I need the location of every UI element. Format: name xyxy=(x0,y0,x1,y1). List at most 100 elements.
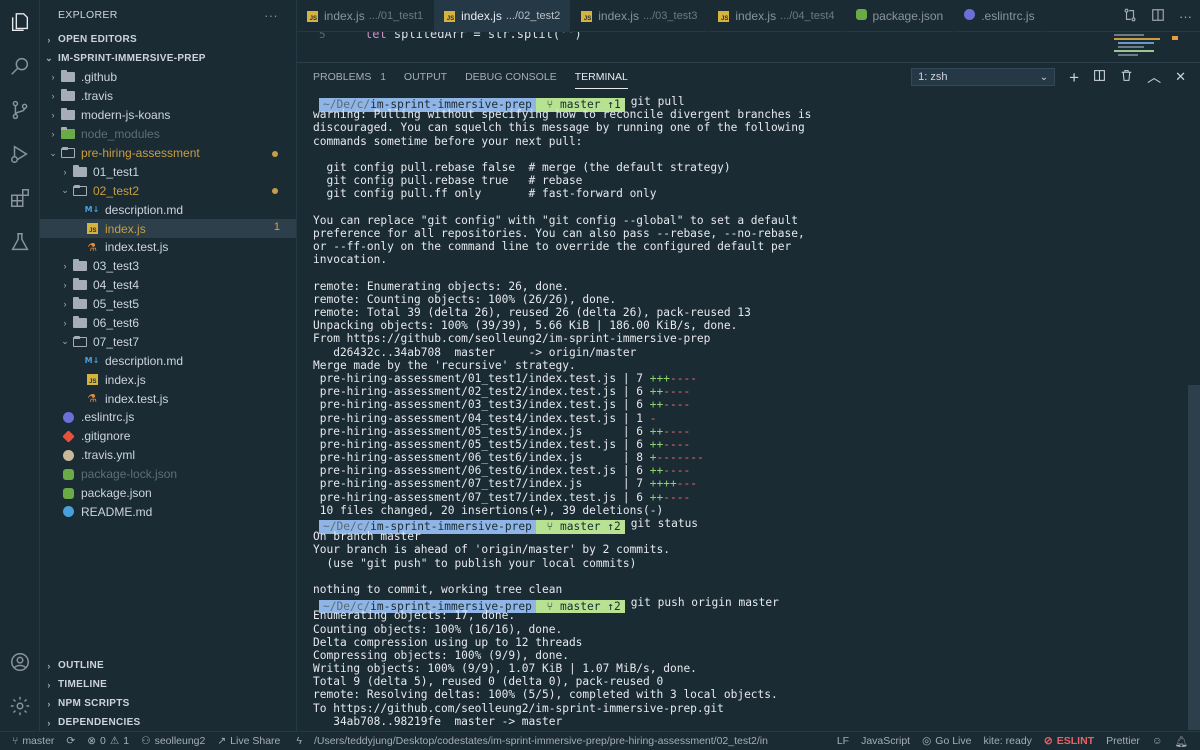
diffstat-insertions: ++++ xyxy=(649,477,677,491)
compare-changes-icon[interactable] xyxy=(1123,8,1137,25)
tree-item[interactable]: ⚗ index.test.js xyxy=(40,389,296,408)
chevron-down-icon: ⌄ xyxy=(45,53,53,63)
folder-icon xyxy=(72,316,88,329)
panel-tab-problems[interactable]: PROBLEMS 1 xyxy=(313,63,386,91)
eslint-file-icon xyxy=(964,9,976,23)
maximize-panel-icon[interactable]: ︿ xyxy=(1147,67,1161,87)
run-debug-icon[interactable] xyxy=(0,132,40,176)
testing-icon[interactable] xyxy=(0,220,40,264)
prompt-git: ⑂ master ↑2 xyxy=(535,520,625,534)
extensions-icon[interactable] xyxy=(0,176,40,220)
travis-file-icon xyxy=(60,449,76,461)
tree-item[interactable]: JS index.js 1 xyxy=(40,219,296,239)
diffstat-file: pre-hiring-assessment/04_test4/index.tes… xyxy=(313,411,650,425)
chevron-right-icon: › xyxy=(63,166,67,177)
sidebar-section[interactable]: › TIMELINE xyxy=(40,675,297,694)
prompt-branch: master xyxy=(560,520,601,534)
diffstat-file: pre-hiring-assessment/06_test6/index.js … xyxy=(313,451,650,465)
tree-item[interactable]: .eslintrc.js xyxy=(40,408,296,427)
sidebar-section[interactable]: › NPM SCRIPTS xyxy=(40,694,297,713)
code-editor[interactable]: 5 let splitedArr = str.split('') xyxy=(297,32,1200,62)
tree-item[interactable]: ⌄ 07_test7 xyxy=(40,332,296,351)
panel-tab-debug-console[interactable]: DEBUG CONSOLE xyxy=(465,63,557,91)
npm-file-icon xyxy=(60,468,76,480)
explorer-sidebar: EXPLORER ··· › OPEN EDITORS ⌄ IM-SPRINT-… xyxy=(40,0,297,731)
go-live-status[interactable]: ◎ Go Live xyxy=(922,735,971,747)
language-status[interactable]: JavaScript xyxy=(861,735,910,747)
tree-item[interactable]: › node_modules xyxy=(40,125,296,144)
folder-icon xyxy=(72,297,88,310)
terminal-scrollbar[interactable] xyxy=(1188,385,1200,730)
tree-item[interactable]: › 06_test6 xyxy=(40,314,296,333)
editor-tab[interactable]: JS index.js .../04_test4 xyxy=(708,0,846,32)
tree-item[interactable]: › .github xyxy=(40,68,296,87)
editor-tab[interactable]: JS index.js .../02_test2 xyxy=(434,0,572,32)
editor-tab[interactable]: package.json xyxy=(846,0,955,32)
new-terminal-icon[interactable]: + xyxy=(1069,69,1079,86)
diffstat-file: pre-hiring-assessment/05_test5/index.js … xyxy=(313,424,650,438)
sync-icon[interactable]: ⟳ xyxy=(66,735,75,747)
editor-tab[interactable]: JS index.js .../03_test3 xyxy=(571,0,709,32)
explorer-icon[interactable] xyxy=(0,0,40,44)
split-editor-icon[interactable] xyxy=(1151,8,1165,25)
accounts-icon[interactable] xyxy=(0,640,40,684)
tree-item[interactable]: .gitignore xyxy=(40,427,296,446)
tree-item[interactable]: M↓ description.md xyxy=(40,200,296,219)
tree-item[interactable]: › 01_test1 xyxy=(40,162,296,181)
tree-item[interactable]: ⚗ index.test.js xyxy=(40,238,296,257)
tree-item[interactable]: › .travis xyxy=(40,87,296,106)
panel-actions: 1: zsh ⌄ + ︿ ✕ xyxy=(911,67,1186,87)
editor-tab[interactable]: JS index.js .../01_test1 xyxy=(297,0,435,32)
terminal-output[interactable]: ~/De/c/im-sprint-immersive-prep ⑂ master… xyxy=(313,95,1173,735)
tree-item[interactable]: M↓ description.md xyxy=(40,351,296,370)
tree-item[interactable]: › 03_test3 xyxy=(40,257,296,276)
close-panel-icon[interactable]: ✕ xyxy=(1175,69,1186,85)
terminal-select[interactable]: 1: zsh ⌄ xyxy=(911,68,1056,86)
live-share-status[interactable]: ↗ Live Share xyxy=(217,735,280,747)
split-terminal-icon[interactable] xyxy=(1093,69,1106,85)
editor-tab[interactable]: .eslintrc.js xyxy=(954,0,1046,32)
search-icon[interactable] xyxy=(0,44,40,88)
account-status[interactable]: ⚇ seolleung2 xyxy=(141,735,205,747)
branch-status[interactable]: ⑂ master xyxy=(12,735,54,747)
tree-item[interactable]: ⌄ pre-hiring-assessment xyxy=(40,144,296,163)
problems-status[interactable]: ⊗ 0 ⚠ 1 xyxy=(87,735,129,747)
source-control-icon[interactable] xyxy=(0,88,40,132)
panel-tab-output[interactable]: OUTPUT xyxy=(404,63,447,91)
error-icon: ⊗ xyxy=(87,735,97,747)
trash-icon[interactable] xyxy=(1120,69,1133,85)
tree-item[interactable]: › 05_test5 xyxy=(40,295,296,314)
kite-status[interactable]: kite: ready xyxy=(983,735,1031,747)
diffstat-file: pre-hiring-assessment/05_test5/index.tes… xyxy=(313,437,650,451)
tree-item[interactable]: package-lock.json xyxy=(40,465,296,484)
diffstat-insertions: ++ xyxy=(649,437,664,451)
more-actions-icon[interactable]: ··· xyxy=(264,8,278,23)
lightning-icon[interactable]: ϟ xyxy=(296,735,302,747)
panel-tab-terminal[interactable]: TERMINAL xyxy=(574,63,628,91)
tree-item-label: index.test.js xyxy=(105,391,169,406)
panel-tab-label: PROBLEMS xyxy=(313,71,372,83)
tree-item[interactable]: ⌄ 02_test2 xyxy=(40,181,296,200)
minimap[interactable] xyxy=(1110,32,1188,62)
tree-item[interactable]: › modern-js-koans xyxy=(40,106,296,125)
go-live-label: Go Live xyxy=(935,735,972,747)
tree-item[interactable]: package.json xyxy=(40,484,296,503)
open-editors-section[interactable]: › OPEN EDITORS xyxy=(40,30,296,49)
sidebar-section[interactable]: › OUTLINE xyxy=(40,656,297,675)
more-actions-icon[interactable]: ··· xyxy=(1179,9,1192,24)
notifications-icon[interactable]: 🔔︎ xyxy=(1175,735,1188,748)
workspace-root-section[interactable]: ⌄ IM-SPRINT-IMMERSIVE-PREP xyxy=(40,49,296,68)
feedback-icon[interactable]: ☺ xyxy=(1152,735,1163,747)
settings-gear-icon[interactable] xyxy=(0,684,40,728)
tree-item[interactable]: › 04_test4 xyxy=(40,276,296,295)
terminal-prompt-line: ~/De/c/im-sprint-immersive-prep ⑂ master… xyxy=(313,517,1173,534)
eol-status[interactable]: LF xyxy=(837,735,849,747)
tree-item[interactable]: .travis.yml xyxy=(40,446,296,465)
prettier-status[interactable]: Prettier xyxy=(1106,735,1140,747)
eslint-status[interactable]: ⊘ ESLINT xyxy=(1044,735,1094,747)
tree-item[interactable]: README.md xyxy=(40,502,296,521)
sidebar-section[interactable]: › DEPENDENCIES xyxy=(40,713,297,732)
sidebar-section-label: TIMELINE xyxy=(58,679,108,690)
tree-item[interactable]: JS index.js xyxy=(40,370,296,389)
